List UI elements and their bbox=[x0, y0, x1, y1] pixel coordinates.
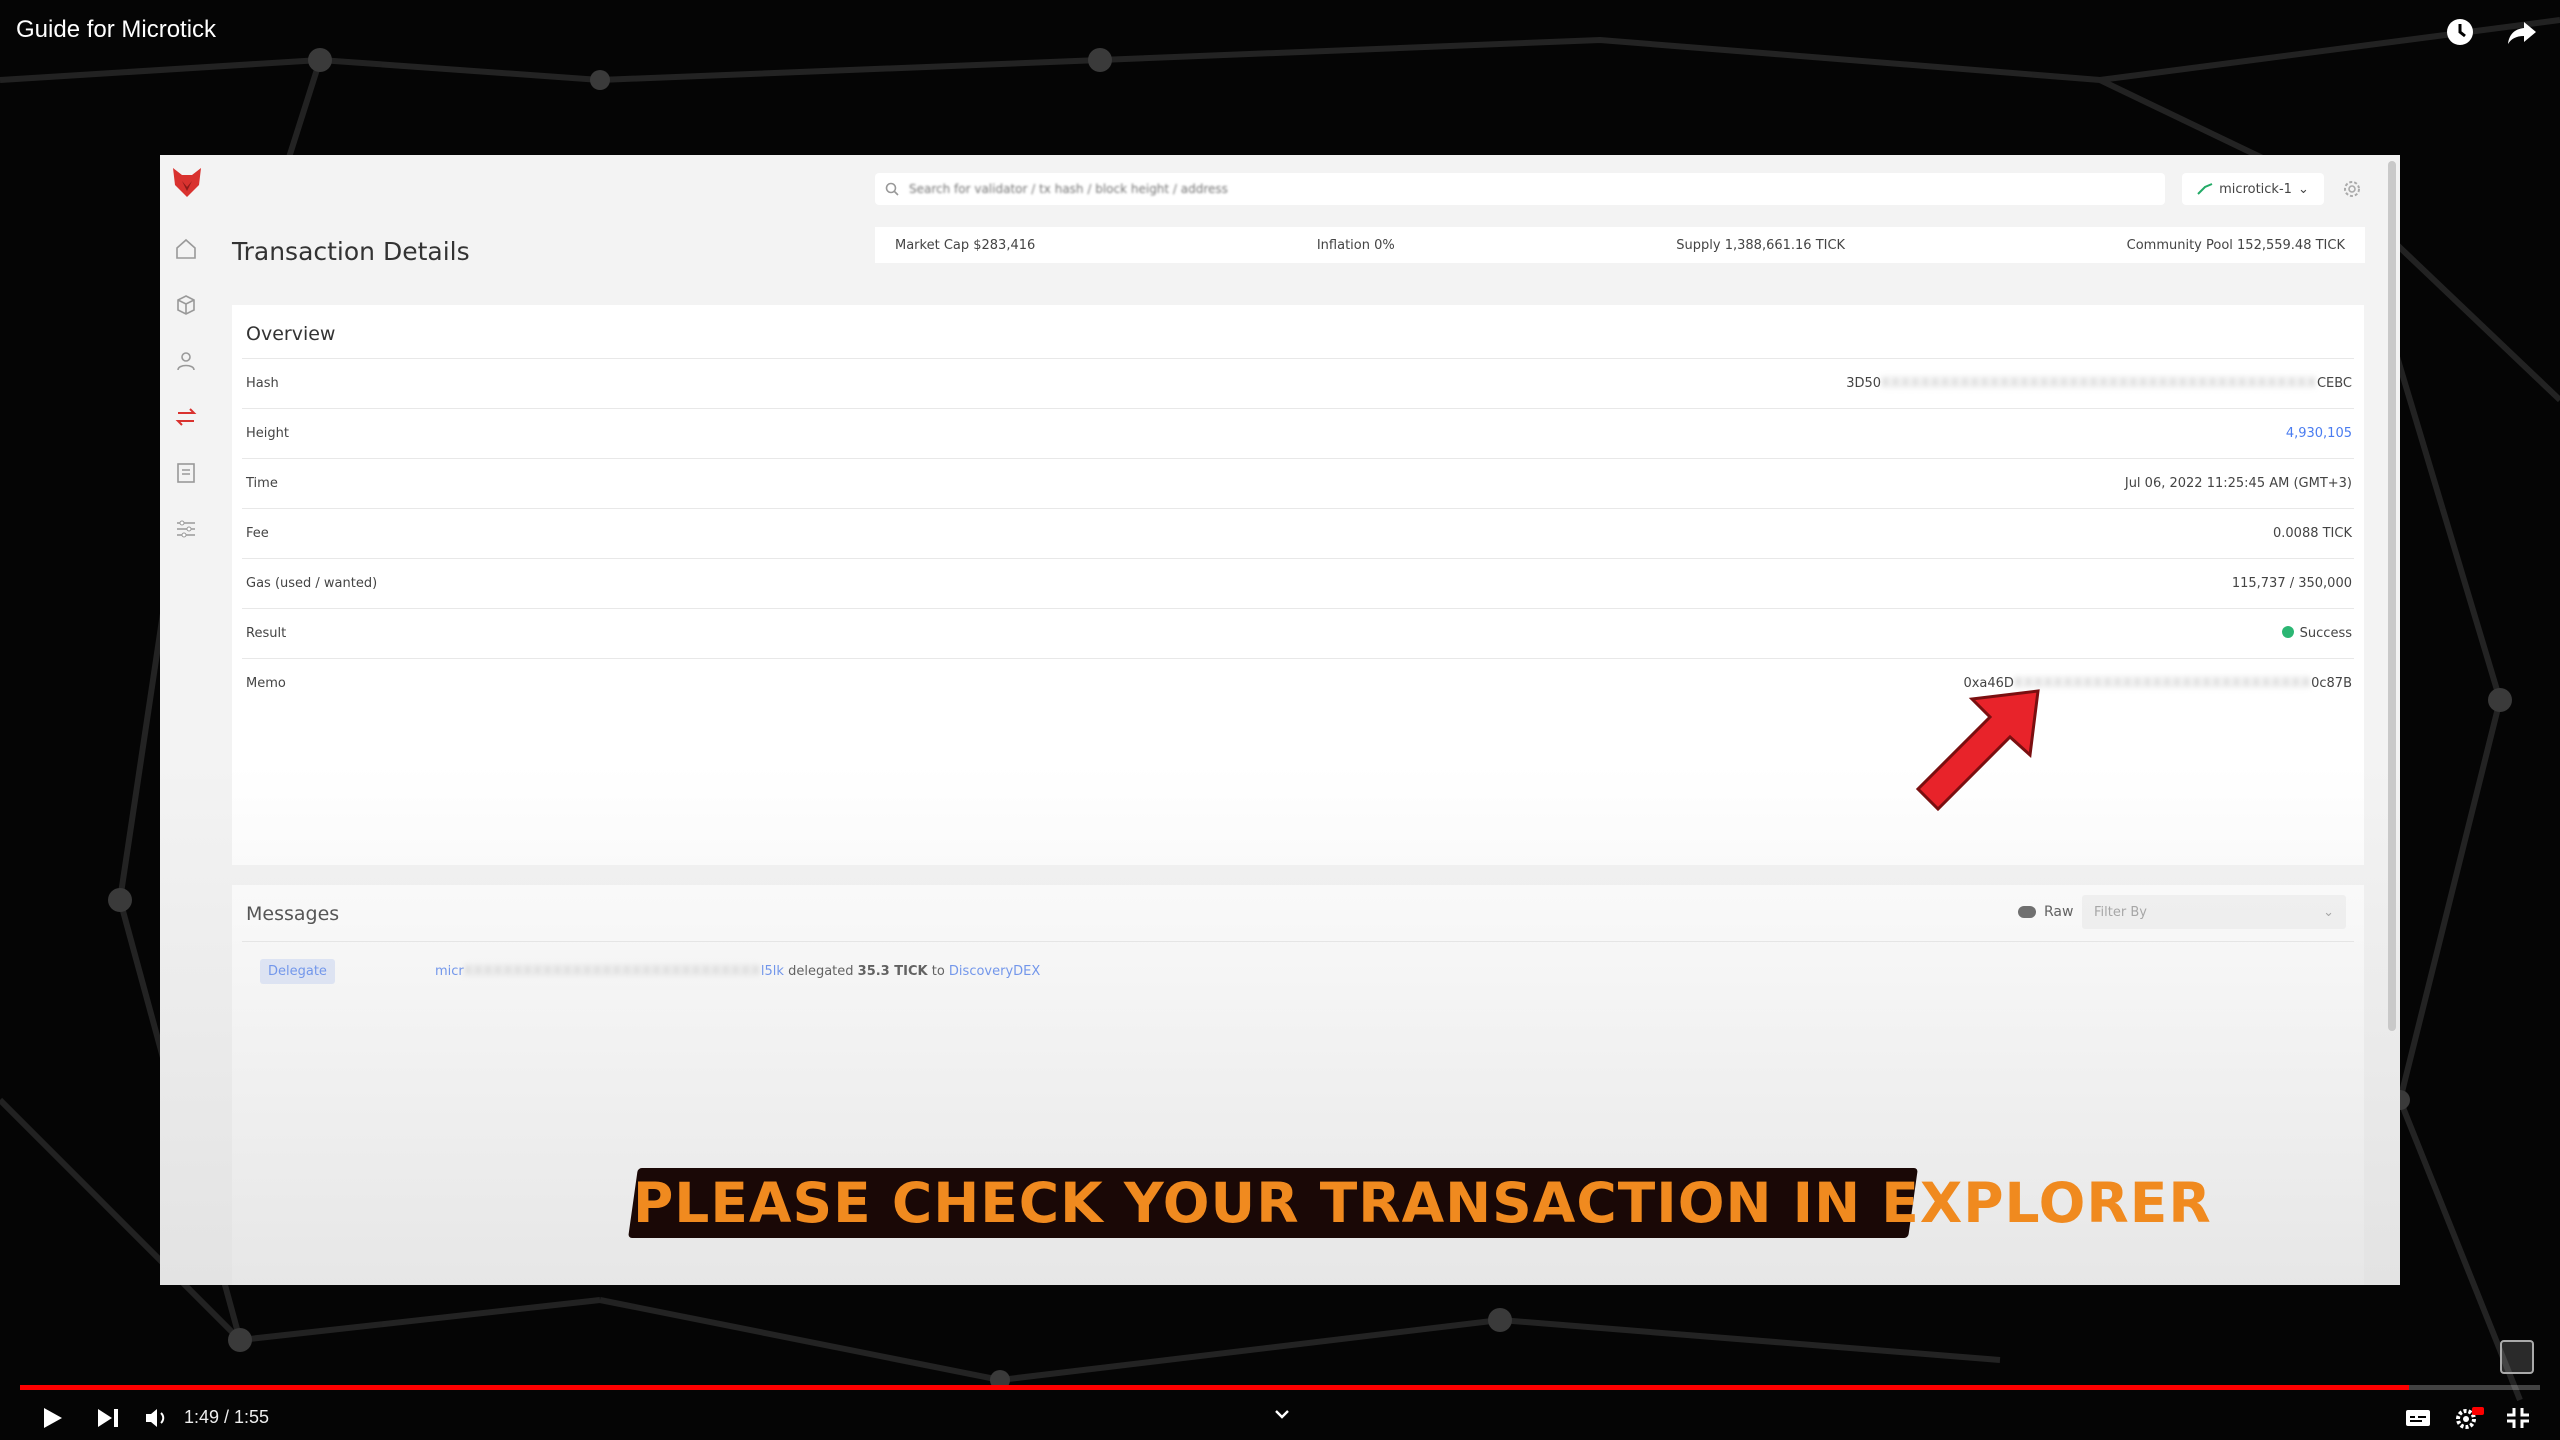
scrollbar[interactable] bbox=[2388, 161, 2396, 1031]
share-icon[interactable] bbox=[2506, 16, 2538, 48]
settings-gear-icon[interactable] bbox=[2450, 1402, 2486, 1434]
channel-watermark-icon[interactable] bbox=[2500, 1340, 2534, 1374]
next-icon[interactable] bbox=[90, 1402, 126, 1434]
subtitles-icon[interactable] bbox=[2400, 1402, 2436, 1434]
watch-later-icon[interactable] bbox=[2444, 16, 2476, 48]
search-bar bbox=[875, 173, 2165, 205]
red-arrow-icon bbox=[1915, 689, 2040, 812]
row-label: Gas (used / wanted) bbox=[246, 576, 378, 591]
delegate-badge: Delegate bbox=[260, 959, 335, 984]
row-label: Time bbox=[246, 476, 278, 491]
time-display: 1:49 / 1:55 bbox=[184, 1407, 270, 1427]
message-row: Delegate micrXXXXXXXXXXXXXXXXXXXXXXXXXXX… bbox=[242, 941, 2354, 1001]
tx-hash-value[interactable]: 3D50XXXXXXXXXXXXXXXXXXXXXXXXXXXXXXXXXXXX… bbox=[1846, 376, 2352, 391]
gas-value: 115,737 / 350,000 bbox=[2231, 576, 2352, 591]
overview-title: Overview bbox=[246, 323, 336, 345]
stat-market-cap: Market Cap $283,416 bbox=[895, 237, 1036, 253]
fox-logo-icon[interactable] bbox=[170, 165, 204, 199]
explorer-screenshot: microtick-1 ⌄ Transaction Details Market… bbox=[160, 155, 2400, 1285]
sidebar-nav bbox=[174, 237, 198, 541]
video-caption: PLEASE CHECK YOUR TRANSACTION IN EXPLORE… bbox=[633, 1171, 2212, 1235]
stat-supply: Supply 1,388,661.16 TICK bbox=[1676, 237, 1846, 253]
result-status: Success bbox=[2281, 626, 2352, 641]
redacted-text: XXXXXXXXXXXXXXXXXXXXXXXXXXXXXXXXXXXXXXXX… bbox=[1881, 376, 2317, 391]
chevron-down-icon[interactable] bbox=[1270, 1402, 1294, 1426]
transactions-icon[interactable] bbox=[174, 405, 198, 429]
raw-toggle[interactable]: Raw bbox=[2018, 904, 2073, 920]
time-value: Jul 06, 2022 11:25:45 AM (GMT+3) bbox=[2124, 476, 2352, 491]
success-icon bbox=[2281, 626, 2294, 638]
message-description: micrXXXXXXXXXXXXXXXXXXXXXXXXXXXXXXl5lk d… bbox=[434, 964, 1041, 979]
filter-dropdown[interactable]: Filter By ⌄ bbox=[2082, 895, 2346, 929]
row-label: Hash bbox=[246, 376, 279, 391]
row-label: Fee bbox=[246, 526, 269, 541]
row-label: Height bbox=[246, 426, 289, 441]
table-row: Fee 0.0088 TICK bbox=[242, 508, 2354, 558]
blocks-icon[interactable] bbox=[174, 293, 198, 317]
sender-address-link[interactable]: micrXXXXXXXXXXXXXXXXXXXXXXXXXXXXXXl5lk bbox=[435, 964, 784, 979]
player-controls: 1:49 / 1:55 bbox=[0, 1396, 2560, 1440]
exit-fullscreen-icon[interactable] bbox=[2500, 1402, 2536, 1434]
table-row: Height 4,930,105 bbox=[242, 408, 2354, 458]
progress-bar[interactable] bbox=[20, 1385, 2540, 1390]
delegated-amount: 35.3 TICK bbox=[857, 964, 928, 979]
page-title: Transaction Details bbox=[232, 237, 470, 266]
settings-gear-icon[interactable] bbox=[2340, 177, 2364, 201]
block-height-link[interactable]: 4,930,105 bbox=[2286, 426, 2352, 441]
network-name: microtick-1 bbox=[2219, 181, 2292, 197]
table-row: Gas (used / wanted) 115,737 / 350,000 bbox=[242, 558, 2354, 608]
video-title[interactable]: Guide for Microtick bbox=[16, 16, 216, 44]
toggle-switch-icon bbox=[2018, 906, 2036, 918]
params-icon[interactable] bbox=[174, 517, 198, 541]
table-row: Hash 3D50XXXXXXXXXXXXXXXXXXXXXXXXXXXXXXX… bbox=[242, 358, 2354, 408]
proposals-icon[interactable] bbox=[174, 461, 198, 485]
home-icon[interactable] bbox=[174, 237, 198, 261]
table-row: Time Jul 06, 2022 11:25:45 AM (GMT+3) bbox=[242, 458, 2354, 508]
volume-icon[interactable] bbox=[140, 1402, 176, 1434]
progress-fill bbox=[20, 1385, 2409, 1390]
search-input[interactable] bbox=[909, 182, 2165, 196]
play-icon[interactable] bbox=[34, 1402, 70, 1434]
validator-link[interactable]: DiscoveryDEX bbox=[949, 964, 1040, 979]
stat-community-pool: Community Pool 152,559.48 TICK bbox=[2126, 237, 2345, 253]
search-icon bbox=[885, 182, 899, 196]
table-row: Result Success bbox=[242, 608, 2354, 658]
stat-inflation: Inflation 0% bbox=[1316, 237, 1395, 253]
network-selector[interactable]: microtick-1 ⌄ bbox=[2182, 173, 2324, 205]
row-label: Memo bbox=[246, 676, 286, 691]
fee-value: 0.0088 TICK bbox=[2273, 526, 2352, 541]
messages-title: Messages bbox=[246, 903, 340, 925]
redacted-text: XXXXXXXXXXXXXXXXXXXXXXXXXXXXXX bbox=[2013, 676, 2312, 691]
validators-icon[interactable] bbox=[174, 349, 198, 373]
top-right-actions bbox=[2444, 16, 2538, 48]
redacted-text: XXXXXXXXXXXXXXXXXXXXXXXXXXXXXX bbox=[463, 964, 761, 979]
network-icon bbox=[2197, 183, 2213, 195]
chain-stats-bar: Market Cap $283,416 Inflation 0% Supply … bbox=[875, 227, 2365, 263]
chevron-down-icon: ⌄ bbox=[2323, 904, 2334, 920]
row-label: Result bbox=[246, 626, 287, 641]
chevron-down-icon: ⌄ bbox=[2297, 181, 2309, 197]
